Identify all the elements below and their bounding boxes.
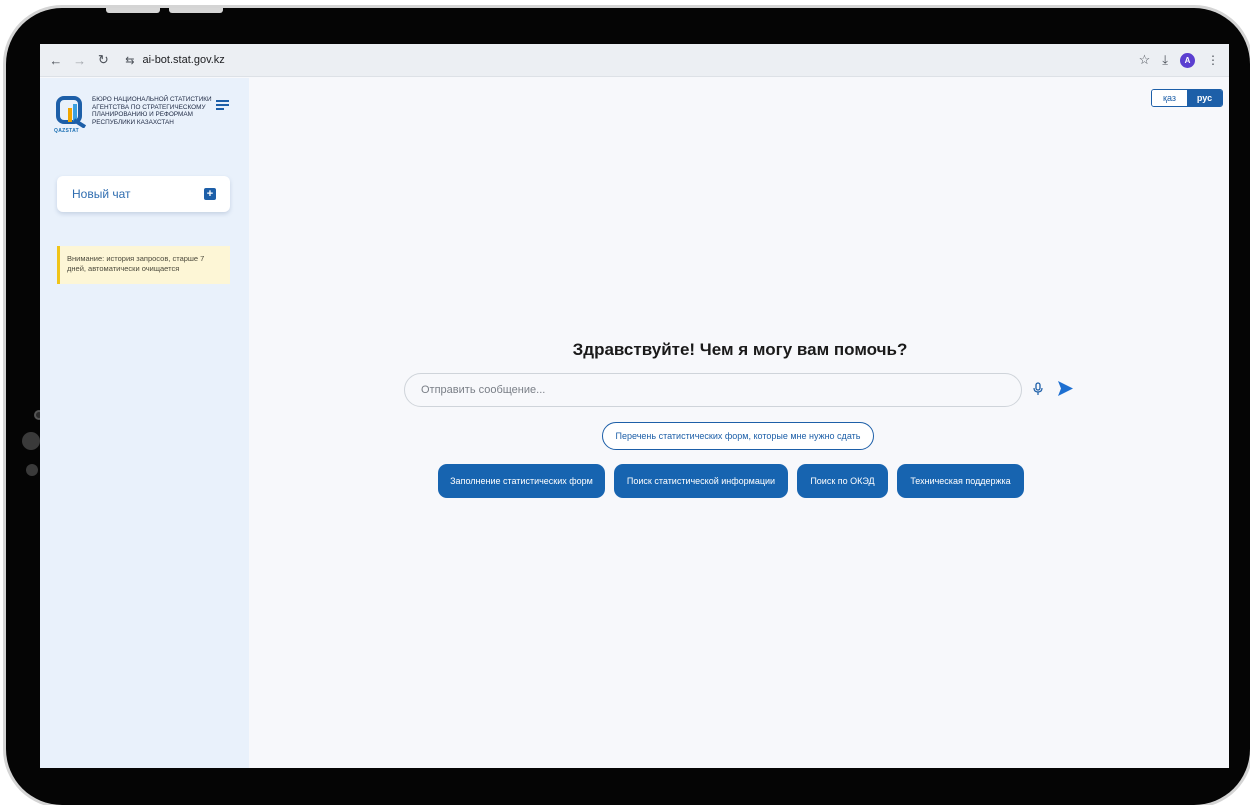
hamburger-menu-icon[interactable]: [216, 100, 229, 113]
device-side-button: [22, 432, 40, 450]
screen: ← → ↻ ⇆ ai-bot.stat.gov.kz ☆ ⤓ A ⋮ QAZST…: [40, 44, 1229, 768]
lang-option-rus[interactable]: рус: [1187, 90, 1222, 106]
organization-name: БЮРО НАЦИОНАЛЬНОЙ СТАТИСТИКИ АГЕНТСТВА П…: [92, 96, 212, 126]
device-top-tab: [106, 8, 160, 13]
plus-icon: +: [204, 188, 216, 200]
device-top-tab: [169, 8, 223, 13]
suggestion-button[interactable]: Перечень статистических форм, которые мн…: [602, 422, 874, 450]
lang-option-kaz[interactable]: қаз: [1152, 90, 1187, 106]
message-input[interactable]: [404, 373, 1022, 407]
kebab-menu-icon[interactable]: ⋮: [1207, 53, 1219, 67]
download-icon[interactable]: ⤓: [1162, 52, 1168, 68]
browser-toolbar: ← → ↻ ⇆ ai-bot.stat.gov.kz ☆ ⤓ A ⋮: [40, 44, 1229, 77]
chip-tech-support[interactable]: Техническая поддержка: [897, 464, 1024, 498]
sidebar: QAZSTAT БЮРО НАЦИОНАЛЬНОЙ СТАТИСТИКИ АГЕ…: [40, 78, 249, 768]
history-warning: Внимание: история запросов, старше 7 дне…: [57, 246, 230, 284]
device-side-button: [26, 464, 38, 476]
microphone-icon[interactable]: [1033, 382, 1043, 401]
site-settings-icon[interactable]: ⇆: [125, 54, 134, 67]
send-icon[interactable]: [1057, 380, 1074, 402]
chip-search-oked[interactable]: Поиск по ОКЭД: [797, 464, 888, 498]
url-text[interactable]: ai-bot.stat.gov.kz: [142, 54, 224, 66]
chip-fill-stat-forms[interactable]: Заполнение статистических форм: [438, 464, 605, 498]
star-icon[interactable]: ☆: [1139, 52, 1151, 68]
language-switch: қаз рус: [1151, 89, 1223, 107]
logo[interactable]: QAZSTAT БЮРО НАЦИОНАЛЬНОЙ СТАТИСТИКИ АГЕ…: [54, 96, 212, 134]
profile-avatar[interactable]: A: [1180, 52, 1195, 68]
chip-search-stat-info[interactable]: Поиск статистической информации: [614, 464, 788, 498]
new-chat-label: Новый чат: [72, 187, 131, 201]
forward-icon[interactable]: →: [68, 53, 92, 68]
logo-brand: QAZSTAT: [54, 128, 79, 134]
address-bar[interactable]: ⇆ ai-bot.stat.gov.kz: [119, 48, 1138, 72]
reload-icon[interactable]: ↻: [92, 52, 116, 68]
qazstat-logo-icon: QAZSTAT: [54, 96, 87, 134]
back-icon[interactable]: ←: [44, 53, 68, 68]
new-chat-button[interactable]: Новый чат +: [57, 176, 230, 212]
greeting-title: Здравствуйте! Чем я могу вам помочь?: [572, 340, 908, 359]
